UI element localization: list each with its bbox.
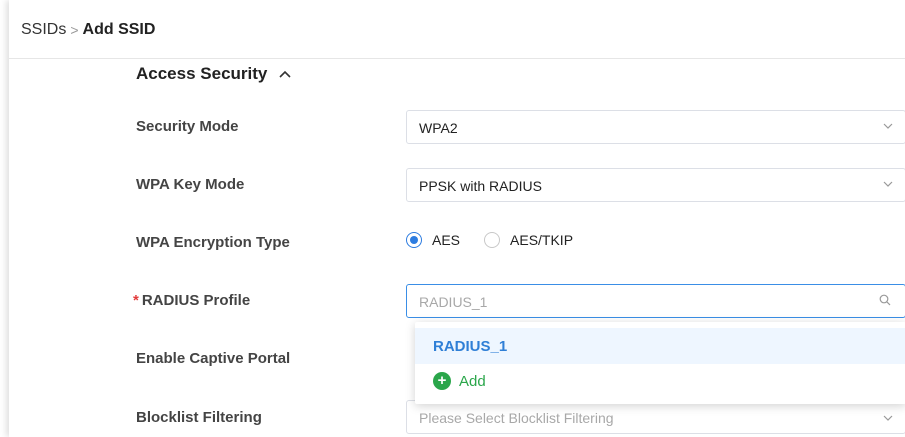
blocklist-select[interactable]: Please Select Blocklist Filtering xyxy=(406,400,905,434)
chevron-down-icon xyxy=(883,415,893,421)
security-mode-label: Security Mode xyxy=(136,118,239,135)
security-mode-value: WPA2 xyxy=(419,120,458,136)
radio-aes-tkip-label: AES/TKIP xyxy=(510,232,574,248)
radius-profile-placeholder: RADIUS_1 xyxy=(419,294,488,310)
radius-profile-dropdown: RADIUS_1 + Add xyxy=(415,322,905,404)
radius-profile-label: * RADIUS Profile xyxy=(133,292,250,309)
radius-profile-label-text: RADIUS Profile xyxy=(141,292,251,309)
required-mark: * xyxy=(133,292,139,309)
breadcrumb: SSIDs > Add SSID xyxy=(21,21,155,39)
radio-aes-tkip[interactable]: AES/TKIP xyxy=(484,232,573,248)
encryption-radio-group: AES AES/TKIP xyxy=(406,232,597,248)
blocklist-placeholder: Please Select Blocklist Filtering xyxy=(419,410,614,426)
radio-aes-label: AES xyxy=(432,232,461,248)
radius-profile-search[interactable]: RADIUS_1 xyxy=(406,284,905,318)
wpa-key-mode-select[interactable]: PPSK with RADIUS xyxy=(406,168,905,202)
breadcrumb-ssids-link[interactable]: SSIDs xyxy=(21,21,66,39)
security-mode-select[interactable]: WPA2 xyxy=(406,110,905,144)
access-security-toggle[interactable]: Access Security xyxy=(136,64,291,84)
dropdown-option-radius-1[interactable]: RADIUS_1 xyxy=(415,328,905,364)
radio-aes[interactable]: AES xyxy=(406,232,460,248)
chevron-down-icon xyxy=(883,123,893,129)
chevron-up-icon xyxy=(279,70,291,78)
section-title: Access Security xyxy=(136,64,268,83)
wpa-key-mode-value: PPSK with RADIUS xyxy=(419,178,542,194)
search-icon xyxy=(879,294,891,306)
wpa-encryption-type-label: WPA Encryption Type xyxy=(136,234,290,251)
plus-circle-icon: + xyxy=(433,372,451,390)
radio-aes-indicator xyxy=(406,232,422,248)
radio-aes-tkip-indicator xyxy=(484,232,501,248)
wpa-key-mode-label: WPA Key Mode xyxy=(136,176,245,193)
add-label: Add xyxy=(459,372,486,390)
add-radius-profile-button[interactable]: + Add xyxy=(433,372,486,390)
breadcrumb-current: Add SSID xyxy=(82,21,156,38)
captive-portal-label: Enable Captive Portal xyxy=(136,350,291,367)
chevron-down-icon xyxy=(883,181,893,187)
dropdown-option-label: RADIUS_1 xyxy=(433,338,508,355)
breadcrumb-separator: > xyxy=(70,22,79,38)
page-header: SSIDs > Add SSID xyxy=(9,0,905,59)
blocklist-label: Blocklist Filtering xyxy=(136,409,262,426)
